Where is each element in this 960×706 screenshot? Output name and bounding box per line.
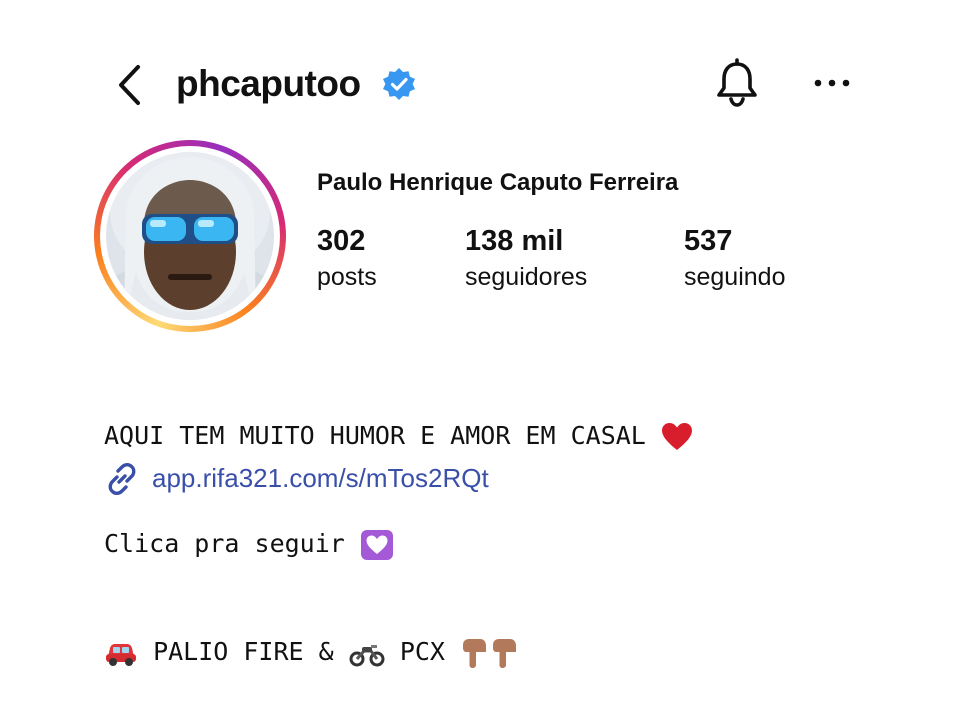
bio-line-3: PALIO FIRE & PCX — [104, 634, 693, 670]
stat-followers[interactable]: 138 mil seguidores — [465, 224, 587, 294]
bio-line-1: AQUI TEM MUITO HUMOR E AMOR EM CASAL — [104, 418, 693, 454]
verified-badge-icon — [383, 68, 415, 100]
profile-link-url[interactable]: app.rifa321.com/s/mTos2RQt — [152, 460, 489, 496]
avatar-photo — [106, 152, 274, 320]
car-emoji — [106, 644, 136, 666]
stat-following[interactable]: 537 seguindo — [684, 224, 785, 294]
stat-following-label: seguindo — [684, 263, 786, 291]
stat-posts-count: 302 — [317, 225, 366, 257]
stat-posts-label: posts — [317, 263, 377, 291]
profile-bio: AQUI TEM MUITO HUMOR E AMOR EM CASAL Cli… — [104, 346, 693, 706]
bio-line-3-text-b: PCX — [399, 637, 445, 666]
stat-following-count: 537 — [684, 225, 733, 257]
red-heart-emoji — [661, 423, 692, 450]
pointing-down-emoji-2 — [493, 639, 517, 668]
bell-icon[interactable] — [713, 58, 761, 108]
pointing-down-emoji — [463, 639, 487, 668]
stat-followers-label: seguidores — [465, 263, 588, 291]
stat-posts[interactable]: 302 posts — [317, 224, 377, 294]
bio-line-3-text-a: PALIO FIRE & — [153, 637, 334, 666]
profile-header: phcaputoo — [0, 0, 960, 160]
stat-followers-count: 138 mil — [465, 225, 564, 257]
profile-full-name: Paulo Henrique Caputo Ferreira — [317, 169, 679, 196]
more-options-icon[interactable] — [808, 68, 856, 98]
profile-username: phcaputoo — [176, 63, 361, 104]
bio-line-2: Clica pra seguir — [104, 526, 693, 562]
profile-avatar[interactable] — [106, 152, 274, 320]
link-icon — [108, 462, 136, 496]
heart-box-emoji — [360, 530, 393, 560]
story-ring[interactable] — [94, 140, 286, 332]
bio-line-1-text: AQUI TEM MUITO HUMOR E AMOR EM CASAL — [104, 421, 646, 450]
motorcycle-emoji — [349, 645, 385, 667]
back-arrow-icon[interactable] — [112, 62, 148, 108]
bio-line-2-text: Clica pra seguir — [104, 529, 345, 558]
